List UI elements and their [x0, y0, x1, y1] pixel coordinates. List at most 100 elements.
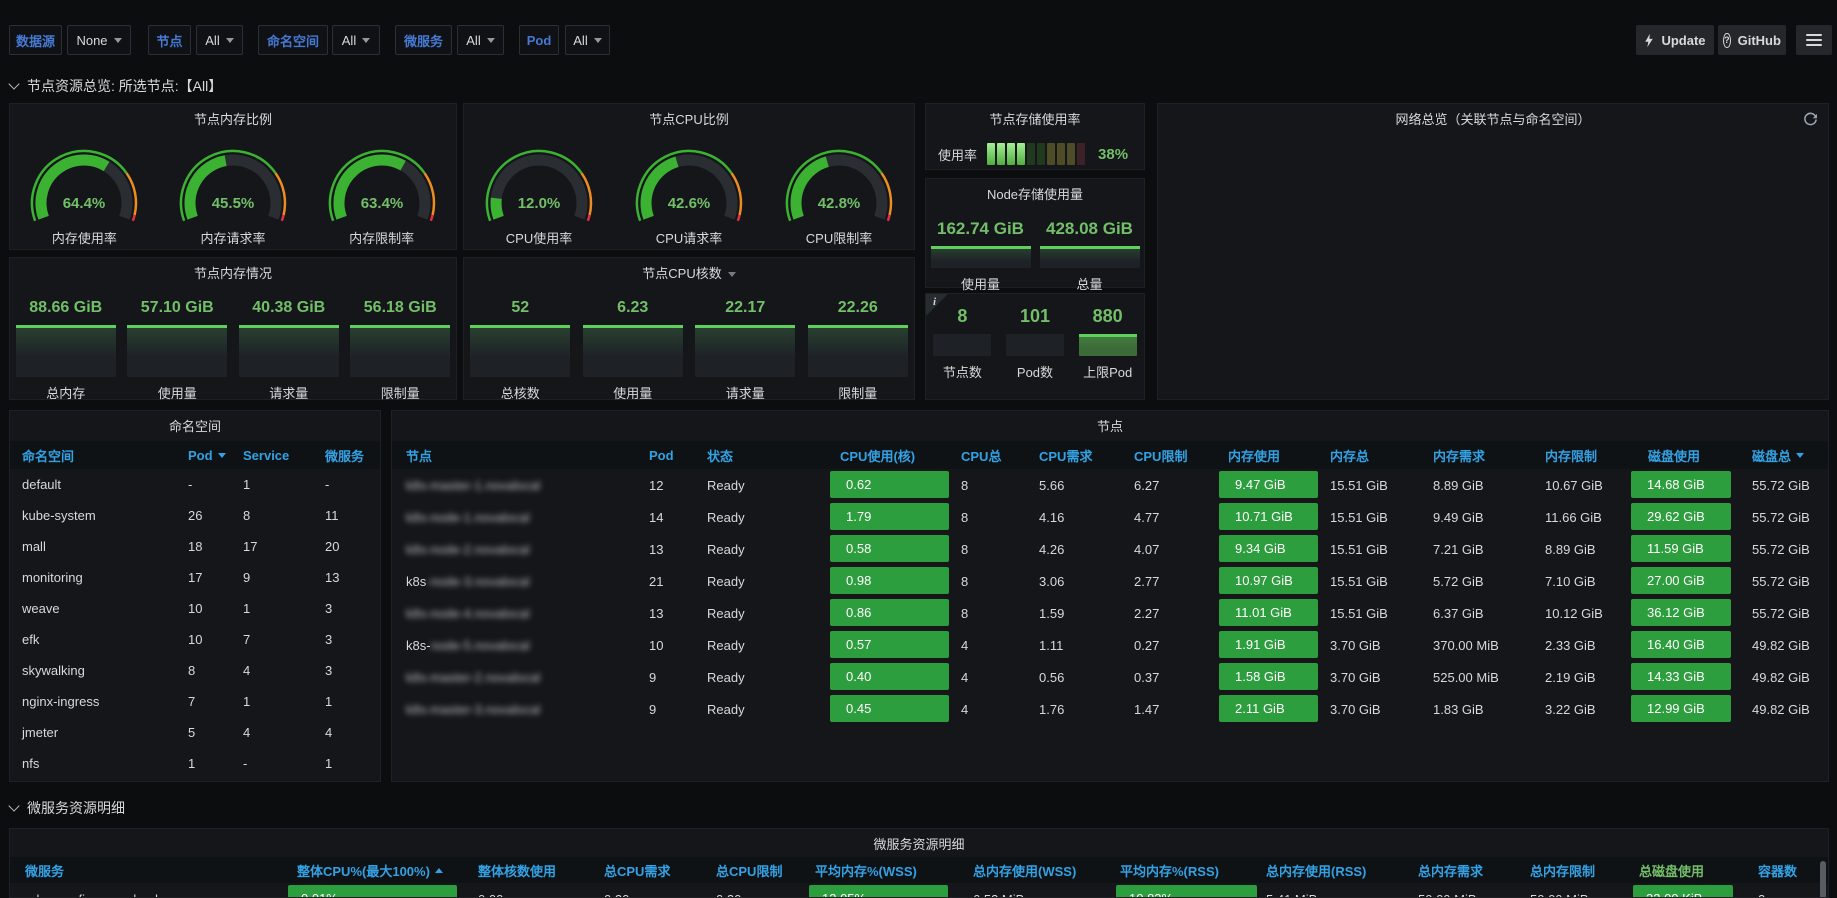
stat-sparkline-bar: [931, 246, 1031, 268]
panel-title[interactable]: 节点存储使用率: [926, 109, 1144, 131]
info-icon[interactable]: i: [933, 296, 936, 308]
gauge-label: CPU使用率: [506, 228, 572, 247]
github-button[interactable]: ? GitHub: [1718, 25, 1786, 55]
stat-sparkline-bar: [127, 325, 227, 377]
stat-value: 56.18 GiB: [364, 295, 437, 321]
variable-label-5[interactable]: Pod: [519, 25, 559, 55]
cell: 10: [188, 624, 202, 655]
cell: 5.41 MiB: [1266, 883, 1317, 898]
cell: 15.51 GiB: [1330, 565, 1388, 597]
variable-value: None: [76, 33, 107, 48]
colored-cell: 9.34 GiB: [1219, 535, 1318, 562]
table-row: nginx-ingress711: [10, 686, 380, 717]
node-name-blurred: k8s-node-1.novalocal: [406, 510, 530, 525]
lcd-cell-5: [1027, 143, 1035, 165]
cell: 4.26: [1039, 533, 1064, 565]
gauge-label: 内存使用率: [52, 228, 117, 247]
colored-cell: 0.86: [830, 599, 949, 626]
update-button[interactable]: Update: [1636, 25, 1714, 55]
stat-value: 880: [1093, 302, 1123, 330]
menu-button[interactable]: [1796, 25, 1832, 55]
stat-sparkline-bar: [470, 325, 570, 377]
node-name-cell: k8s-node-3.novalocal: [406, 565, 530, 597]
stat-value: 428.08 GiB: [1046, 216, 1133, 242]
stat-sparkline-bar: [583, 325, 683, 377]
cell: 0.20: [604, 883, 629, 898]
cell: 7: [243, 624, 250, 655]
variable-label-1[interactable]: 数据源: [9, 25, 62, 55]
colored-cell: 36.12 GiB: [1631, 599, 1731, 626]
variable-select-3[interactable]: All: [332, 25, 380, 55]
lcd-cell-7: [1047, 143, 1055, 165]
stat-请求量: 22.17请求量: [695, 295, 795, 402]
row-header-microservice-detail[interactable]: 微服务资源明细: [10, 798, 125, 818]
node-name-cell: k8s-master-1.novalocal: [406, 469, 540, 501]
node-name-cell: k8s-node-5.novalocal: [406, 629, 530, 661]
cell: 4.07: [1134, 533, 1159, 565]
cell: 3: [325, 655, 332, 686]
cell: 8: [243, 500, 250, 531]
panel-title[interactable]: 节点内存比例: [10, 109, 456, 131]
colored-cell: 10.71 GiB: [1219, 503, 1318, 530]
colored-cell: 1.91 GiB: [1219, 631, 1318, 658]
chevron-down-icon: [487, 38, 495, 43]
svg-text:42.8%: 42.8%: [818, 195, 861, 212]
cell: 3.70 GiB: [1330, 693, 1381, 725]
refresh-icon[interactable]: [1803, 112, 1818, 127]
gauge-label: 内存限制率: [349, 228, 414, 247]
variable-label-3[interactable]: 命名空间: [258, 25, 328, 55]
cell: efk: [22, 624, 39, 655]
cell: 10: [649, 629, 663, 661]
variable-select-4[interactable]: All: [457, 25, 504, 55]
cell: 1: [243, 686, 250, 717]
colored-cell: 27.00 GiB: [1631, 567, 1731, 594]
colored-cell: 0.62: [830, 471, 949, 498]
cell: 2.33 GiB: [1545, 629, 1596, 661]
panel-title[interactable]: Node存储使用量: [926, 184, 1144, 206]
cell: 4: [961, 661, 968, 693]
stat-label: 使用量: [613, 383, 652, 402]
panel-title[interactable]: 节点CPU核数: [464, 263, 914, 285]
cell: 7.21 GiB: [1433, 533, 1484, 565]
cell: monitoring: [22, 562, 83, 593]
variable-label-4[interactable]: 微服务: [395, 25, 452, 55]
cell: 8: [188, 655, 195, 686]
row-header-node-overview[interactable]: 节点资源总览: 所选节点:【All】: [10, 76, 222, 96]
stat-value: 6.23: [617, 295, 648, 321]
vertical-scrollbar[interactable]: [1820, 861, 1826, 898]
stat-sparkline-bar: [933, 334, 991, 356]
variable-select-2[interactable]: All: [196, 25, 243, 55]
lcd-cell-10: [1077, 143, 1085, 165]
cell: 6.27: [1134, 469, 1159, 501]
stat-label: 使用量: [961, 274, 1000, 293]
stat-value: 57.10 GiB: [141, 295, 214, 321]
cell: 525.00 MiB: [1433, 661, 1499, 693]
panel-title[interactable]: 网络总览（关联节点与命名空间）: [1158, 109, 1828, 131]
cell: 8: [961, 501, 968, 533]
variable-select-1[interactable]: None: [67, 25, 131, 55]
panel-title[interactable]: 节点CPU比例: [464, 109, 914, 131]
stat-label: 限制量: [381, 383, 420, 402]
variable-label-2[interactable]: 节点: [148, 25, 191, 55]
lcd-cell-4: [1017, 143, 1025, 165]
lcd-cell-3: [1007, 143, 1015, 165]
cell: 3.70 GiB: [1330, 629, 1381, 661]
cell: 10: [188, 593, 202, 624]
cell: Ready: [707, 533, 745, 565]
table-row: default-1-: [10, 469, 380, 500]
cell: 4: [961, 693, 968, 725]
cell: 6.37 GiB: [1433, 597, 1484, 629]
gauge-label: CPU限制率: [806, 228, 872, 247]
cell: 15.51 GiB: [1330, 469, 1388, 501]
colored-cell: 14.68 GiB: [1631, 471, 1731, 498]
chevron-down-icon: [8, 78, 19, 89]
panel-title[interactable]: 节点内存情况: [10, 263, 456, 285]
help-circle-icon: ?: [1723, 33, 1731, 48]
variable-select-5[interactable]: All: [565, 25, 610, 55]
node-name-prefix: k8s-: [406, 638, 431, 653]
gauge-CPU请求率: 42.6%CPU请求率: [614, 145, 764, 247]
colored-cell: 16.40 GiB: [1631, 631, 1731, 658]
stat-label: 请求量: [726, 383, 765, 402]
cell: 5.72 GiB: [1433, 565, 1484, 597]
cell: 17: [188, 562, 202, 593]
